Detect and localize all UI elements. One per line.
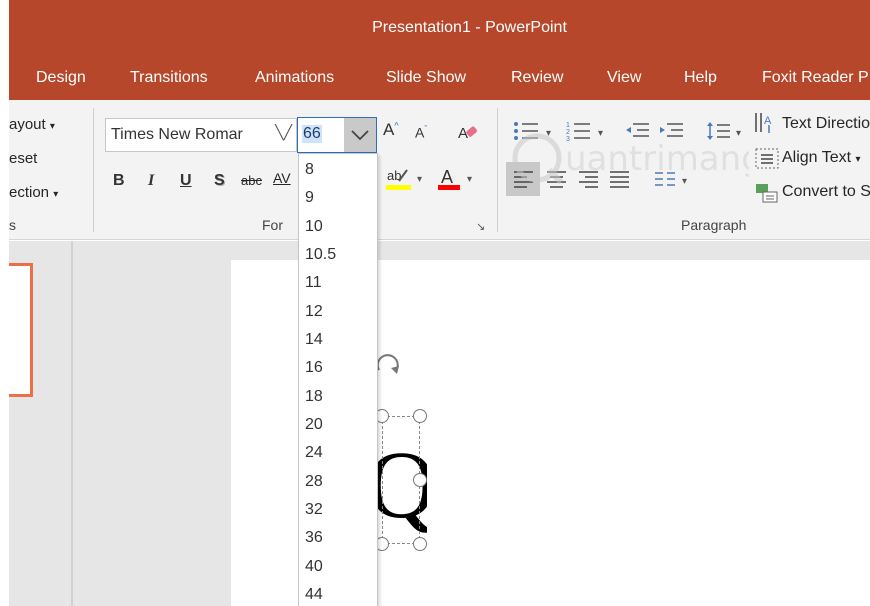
window-title: Presentation1 - PowerPoint [372, 19, 567, 36]
tab-foxit-reader[interactable]: Foxit Reader P [762, 69, 869, 87]
font-size-dropdown-button[interactable] [344, 118, 376, 152]
align-text-icon[interactable] [755, 148, 781, 170]
layout-button[interactable]: ayout ▾ [9, 116, 55, 133]
font-group-label: For [262, 217, 283, 233]
shadow-button[interactable]: S [214, 172, 225, 190]
section-button[interactable]: ection ▾ [9, 184, 58, 201]
font-size-option[interactable]: 12 [305, 299, 375, 325]
font-color-icon[interactable]: A ▾ [437, 164, 477, 194]
font-size-option[interactable]: 36 [305, 525, 375, 551]
tab-animations[interactable]: Animations [255, 69, 334, 87]
shrink-font-icon[interactable]: Aˇ [415, 124, 427, 141]
resize-handle[interactable] [413, 409, 427, 423]
font-size-option[interactable]: 32 [305, 497, 375, 523]
strikethrough-button[interactable]: abc [241, 173, 262, 188]
align-text-button[interactable]: Align Text ▾ [782, 149, 861, 167]
paragraph-group-label: Paragraph [681, 217, 747, 233]
font-size-option[interactable]: 14 [305, 327, 375, 353]
font-dialog-launcher-icon[interactable]: ↘ [476, 220, 485, 233]
slide-thumbnail-pane [9, 241, 71, 606]
text-direction-icon[interactable]: A [753, 112, 781, 134]
watermark-text: uantrimang [565, 139, 749, 179]
bold-button[interactable]: B [113, 172, 125, 190]
clear-formatting-icon[interactable]: A [457, 122, 479, 142]
tab-view[interactable]: View [607, 69, 641, 87]
title-bar: Presentation1 - PowerPoint [9, 0, 870, 60]
svg-text:▾: ▾ [417, 174, 422, 185]
text-direction-button[interactable]: Text Directio [782, 115, 870, 133]
chevron-down-icon[interactable]: ╲╱ [275, 124, 292, 141]
underline-button[interactable]: U [180, 172, 192, 190]
chevron-down-icon [351, 130, 369, 141]
watermark-logo: uantrimang [512, 133, 749, 185]
font-size-option[interactable]: 9 [305, 185, 375, 211]
font-size-option[interactable]: 44 [305, 582, 375, 606]
reset-button[interactable]: eset [9, 150, 37, 167]
powerpoint-window: Presentation1 - PowerPoint Design Transi… [0, 0, 870, 606]
group-separator [93, 108, 94, 232]
svg-text:A: A [458, 125, 468, 142]
ribbon-tabs: Design Transitions Animations Slide Show… [9, 60, 870, 100]
font-size-option[interactable]: 24 [305, 440, 375, 466]
font-size-list: 8 9 10 10.5 11 12 14 16 18 20 24 28 32 3… [298, 153, 378, 606]
slides-group-label: s [9, 217, 16, 233]
tab-transitions[interactable]: Transitions [130, 69, 208, 87]
font-name-value: Times New Romar [111, 126, 243, 143]
convert-to-smartart-button[interactable]: Convert to S [782, 183, 870, 201]
smartart-convert-icon[interactable] [755, 182, 781, 204]
grow-font-icon[interactable]: A^ [383, 120, 399, 140]
tab-slide-show[interactable]: Slide Show [386, 69, 466, 87]
font-size-combobox[interactable]: 66 [297, 117, 377, 153]
tab-review[interactable]: Review [511, 69, 563, 87]
font-size-option[interactable]: 10.5 [305, 242, 375, 268]
group-separator [497, 108, 498, 232]
font-size-option[interactable]: 20 [305, 412, 375, 438]
font-size-option[interactable]: 28 [305, 469, 375, 495]
svg-text:▾: ▾ [467, 174, 472, 185]
font-size-option[interactable]: 40 [305, 554, 375, 580]
font-size-option[interactable]: 16 [305, 355, 375, 381]
slide-thumbnail[interactable] [9, 263, 33, 397]
tab-help[interactable]: Help [684, 69, 717, 87]
resize-handle[interactable] [413, 473, 427, 487]
svg-text:A: A [764, 115, 772, 127]
tab-design[interactable]: Design [36, 69, 86, 87]
font-size-option[interactable]: 11 [305, 270, 375, 296]
text-highlight-icon[interactable]: ab ▾ [385, 164, 433, 194]
font-name-combobox[interactable]: Times New Romar ╲╱ [105, 118, 297, 152]
svg-text:A: A [441, 167, 453, 187]
font-size-value: 66 [302, 125, 322, 143]
font-size-option[interactable]: 8 [305, 157, 375, 183]
character-spacing-button[interactable]: AV [273, 170, 291, 186]
italic-button[interactable]: I [148, 172, 154, 190]
font-size-option[interactable]: 18 [305, 384, 375, 410]
resize-handle[interactable] [413, 537, 427, 551]
font-size-option[interactable]: 10 [305, 214, 375, 240]
